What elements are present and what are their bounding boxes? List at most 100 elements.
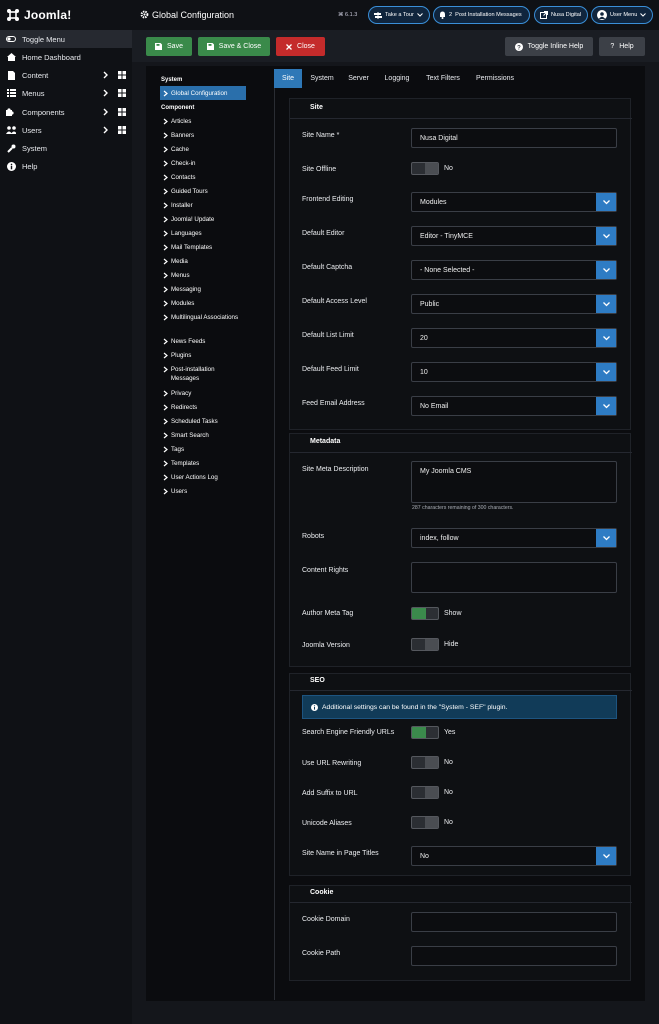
sidebar-item-content[interactable]: Content	[0, 66, 132, 84]
left-nav-item[interactable]: Articles	[163, 117, 243, 126]
left-nav-item[interactable]: Post-installation Messages	[163, 365, 243, 383]
default-list-limit-select[interactable]: 20	[411, 328, 617, 348]
feed-email-select[interactable]: No Email	[411, 396, 617, 416]
chevron-right-icon[interactable]	[103, 88, 111, 98]
tab-text-filters[interactable]: Text Filters	[420, 69, 466, 88]
select-value: 20	[420, 334, 428, 342]
save-button[interactable]: Save	[146, 37, 192, 56]
left-nav-item[interactable]: Users	[163, 487, 243, 496]
default-editor-select[interactable]: Editor - TinyMCE	[411, 226, 617, 246]
author-meta-tag-toggle[interactable]	[411, 607, 439, 620]
default-editor-label: Default Editor	[302, 230, 345, 237]
sidebar-item-help[interactable]: Help	[0, 157, 132, 175]
sidebar-item-toggle-menu[interactable]: Toggle Menu	[0, 30, 132, 48]
left-nav-item[interactable]: Smart Search	[163, 431, 243, 440]
chevron-right-icon[interactable]	[103, 107, 111, 117]
sidebar-item-components[interactable]: Components	[0, 103, 132, 121]
toggle-inline-help-button[interactable]: ? Toggle Inline Help	[505, 37, 593, 56]
grid-icon[interactable]	[118, 89, 126, 97]
joomla-version-toggle[interactable]	[411, 638, 439, 651]
sidebar-item-users[interactable]: Users	[0, 121, 132, 139]
site-name-input[interactable]: Nusa Digital	[411, 128, 617, 148]
tab-permissions[interactable]: Permissions	[472, 69, 518, 88]
sef-urls-toggle[interactable]	[411, 726, 439, 739]
sidebar-item-home-dashboard[interactable]: Home Dashboard	[0, 48, 132, 66]
left-nav-item[interactable]: Banners	[163, 131, 243, 140]
left-nav-item[interactable]: Menus	[163, 271, 243, 280]
tab-site[interactable]: Site	[274, 69, 302, 88]
tab-server[interactable]: Server	[344, 69, 373, 88]
left-nav-label: Media	[171, 258, 188, 265]
select-value: 10	[420, 368, 428, 376]
default-feed-limit-label: Default Feed Limit	[302, 366, 359, 373]
take-a-tour-button[interactable]: Take a Tour	[368, 6, 430, 24]
left-nav-item[interactable]: Multilingual Associations	[163, 313, 243, 322]
tab-logging[interactable]: Logging	[380, 69, 414, 88]
left-nav-item[interactable]: Scheduled Tasks	[163, 417, 243, 426]
toolbar: Save Save & Close Close ? Toggle Inline …	[132, 30, 659, 62]
close-button[interactable]: Close	[276, 37, 325, 56]
default-feed-limit-select[interactable]: 10	[411, 362, 617, 382]
left-nav-item[interactable]: Redirects	[163, 403, 243, 412]
left-nav-item[interactable]: Cache	[163, 145, 243, 154]
left-nav-component-title: Component	[161, 105, 195, 111]
top-header: Global Configuration ⌘ 6.1.3 Take a Tour…	[132, 0, 659, 30]
close-label: Close	[297, 43, 315, 50]
chevron-right-icon	[163, 202, 169, 209]
left-nav-label: Smart Search	[171, 432, 209, 439]
left-nav-global-configuration[interactable]: Global Configuration	[160, 86, 246, 100]
cookie-domain-input[interactable]	[411, 912, 617, 932]
site-offline-toggle[interactable]	[411, 162, 439, 175]
chevron-right-icon	[163, 390, 169, 397]
chevron-right-icon	[163, 146, 169, 153]
default-access-level-select[interactable]: Public	[411, 294, 617, 314]
unicode-aliases-toggle[interactable]	[411, 816, 439, 829]
left-nav-item[interactable]: Modules	[163, 299, 243, 308]
user-menu-button[interactable]: User Menu	[591, 6, 653, 24]
toggle-knob	[425, 787, 438, 798]
chevron-right-icon[interactable]	[103, 70, 111, 80]
left-nav-item[interactable]: Media	[163, 257, 243, 266]
left-nav-item[interactable]: Templates	[163, 459, 243, 468]
chevron-right-icon	[163, 90, 168, 96]
left-nav-item[interactable]: Mail Templates	[163, 243, 243, 252]
default-captcha-select[interactable]: - None Selected -	[411, 260, 617, 280]
post-installation-messages-button[interactable]: 2 Post Installation Messages	[433, 6, 530, 24]
meta-description-textarea[interactable]: My Joomla CMS	[411, 461, 617, 503]
help-button[interactable]: ? Help	[599, 37, 645, 56]
left-nav-item[interactable]: Languages	[163, 229, 243, 238]
left-nav-item[interactable]: Check-in	[163, 159, 243, 168]
left-nav-item[interactable]: Privacy	[163, 389, 243, 398]
grid-icon[interactable]	[118, 71, 126, 79]
left-nav-item[interactable]: Tags	[163, 445, 243, 454]
site-link-button[interactable]: Nusa Digital	[534, 6, 588, 24]
robots-select[interactable]: index, follow	[411, 528, 617, 548]
left-nav-item[interactable]: Installer	[163, 201, 243, 210]
url-rewriting-toggle[interactable]	[411, 756, 439, 769]
left-nav-item[interactable]: Messaging	[163, 285, 243, 294]
left-nav-item[interactable]: News Feeds	[163, 337, 243, 346]
cookie-section: Cookie	[289, 885, 632, 981]
grid-icon[interactable]	[118, 108, 126, 116]
site-name-in-titles-select[interactable]: No	[411, 846, 617, 866]
chevron-right-icon[interactable]	[103, 125, 111, 135]
frontend-editing-select[interactable]: Modules	[411, 192, 617, 212]
left-nav-item[interactable]: Joomla! Update	[163, 215, 243, 224]
save-and-close-button[interactable]: Save & Close	[198, 37, 270, 56]
left-nav-item[interactable]: User Actions Log	[163, 473, 243, 482]
tab-system[interactable]: System	[307, 69, 337, 88]
sidebar-item-menus[interactable]: Menus	[0, 84, 132, 102]
sidebar-item-system[interactable]: System	[0, 139, 132, 157]
cookie-path-input[interactable]	[411, 946, 617, 966]
list-icon	[6, 88, 16, 98]
left-nav-item[interactable]: Plugins	[163, 351, 243, 360]
site-offline-value: No	[444, 165, 453, 172]
content-rights-textarea[interactable]	[411, 562, 617, 593]
url-rewriting-label: Use URL Rewriting	[302, 760, 362, 767]
url-suffix-toggle[interactable]	[411, 786, 439, 799]
joomla-logo[interactable]: Joomla!	[6, 6, 71, 24]
left-nav-label: Modules	[171, 300, 195, 307]
grid-icon[interactable]	[118, 126, 126, 134]
left-nav-item[interactable]: Contacts	[163, 173, 243, 182]
left-nav-item[interactable]: Guided Tours	[163, 187, 243, 196]
